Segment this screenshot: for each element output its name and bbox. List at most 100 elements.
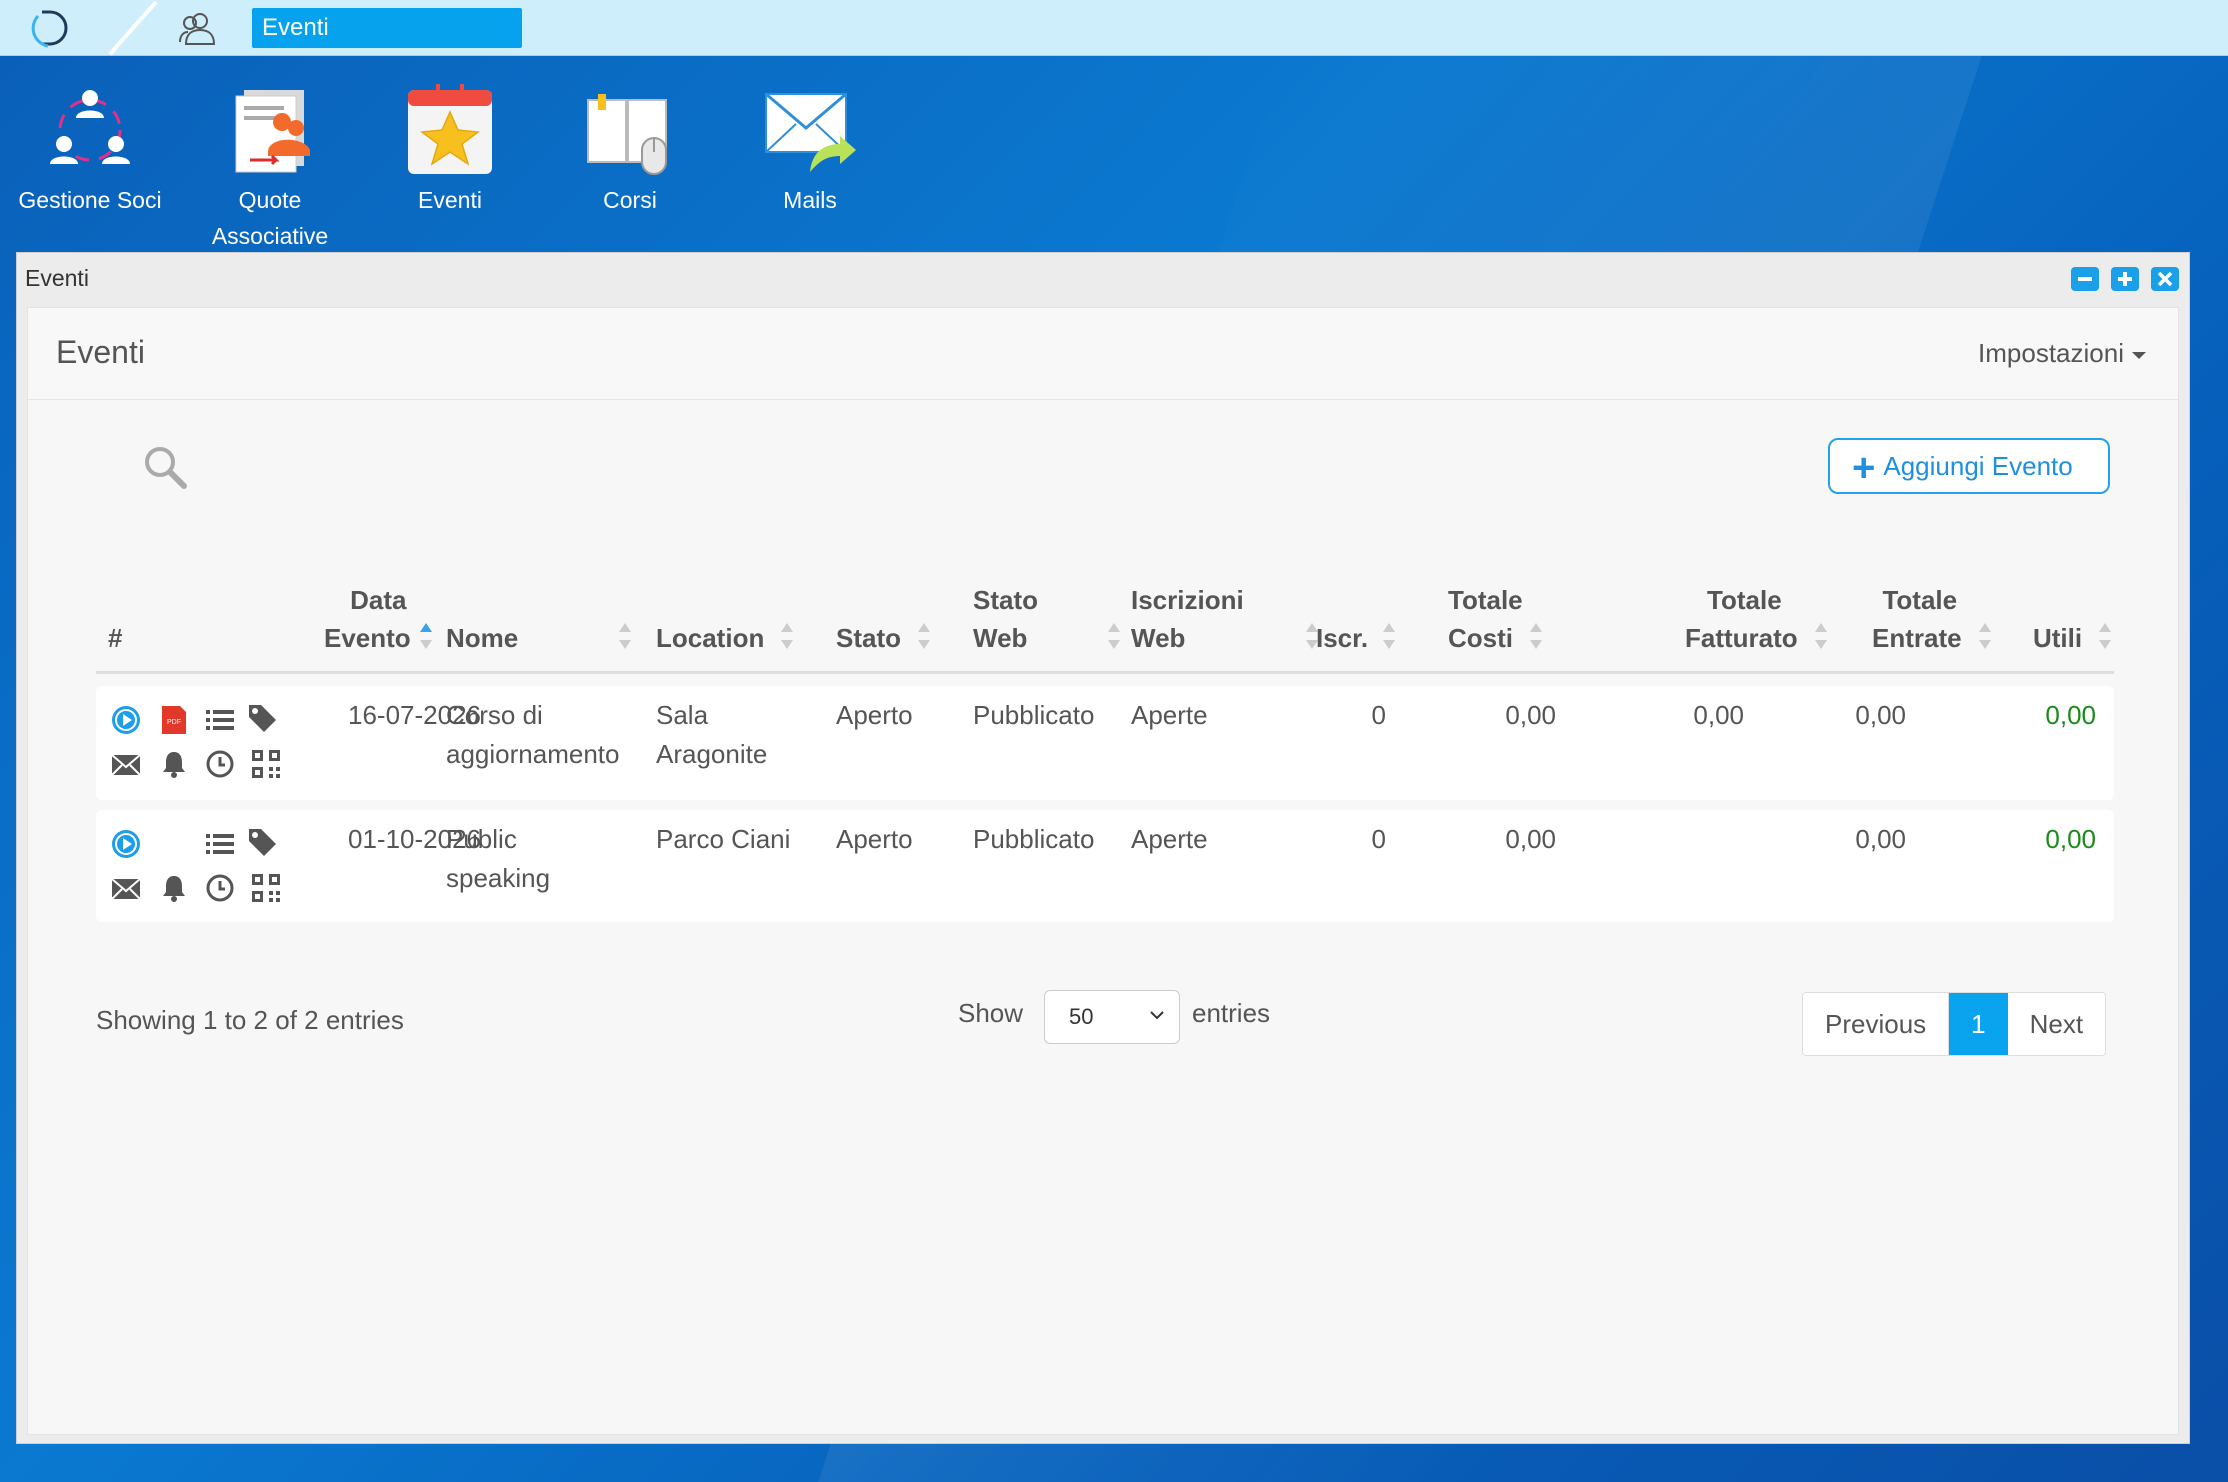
cell-stato: Aperto <box>836 824 913 854</box>
panel-header: Eventi Impostazioni <box>28 308 2178 400</box>
cell-stato: Aperto <box>836 700 913 730</box>
col-iscrizioni-web[interactable]: Iscrizioni Web <box>1131 581 1319 657</box>
fees-document-icon <box>235 90 310 173</box>
add-event-label: Aggiungi Evento <box>1883 451 2073 481</box>
col-iscrizioni-line2: Web <box>1131 623 1186 653</box>
col-data-line1: Data <box>350 585 407 615</box>
launcher-eventi[interactable]: Eventi <box>360 70 540 218</box>
table-row[interactable]: 01-10-2026 Public speaking Parco Ciani A… <box>96 810 2114 922</box>
cell-totale-entrate: 0,00 <box>1855 824 1906 854</box>
launcher-mails[interactable]: Mails <box>720 70 900 218</box>
cell-totale-fatturato: 0,00 <box>1693 700 1744 730</box>
users-icon[interactable] <box>178 10 220 46</box>
maximize-button[interactable] <box>2111 267 2139 291</box>
cell-totale-entrate: 0,00 <box>1855 700 1906 730</box>
col-fatturato-line1: Totale <box>1707 585 1782 615</box>
tab-eventi[interactable]: Eventi <box>252 8 522 48</box>
sort-icon <box>1107 621 1121 651</box>
cell-iscr: 0 <box>1371 824 1386 854</box>
top-bar: Eventi <box>0 0 2228 56</box>
plus-icon <box>2118 272 2132 286</box>
book-mouse-icon <box>587 94 667 175</box>
cell-iscrizioni-web: Aperte <box>1131 700 1208 730</box>
table-header: # Data Evento Nome Location Stato Stato … <box>96 578 2114 674</box>
mail-icon[interactable] <box>110 748 142 780</box>
close-icon <box>2157 271 2173 287</box>
clock-icon[interactable] <box>204 872 236 904</box>
col-iscr[interactable]: Iscr. <box>1316 619 1396 657</box>
col-totale-costi[interactable]: Totale Costi <box>1448 581 1553 657</box>
cell-nome-line2: speaking <box>446 863 551 893</box>
cell-stato-web: Pubblicato <box>973 824 1095 854</box>
next-button[interactable]: Next <box>2008 993 2105 1055</box>
col-nome[interactable]: Nome <box>446 619 632 657</box>
col-stato-web-line1: Stato <box>973 585 1038 615</box>
members-icon <box>50 90 130 164</box>
sort-icon <box>1529 621 1543 651</box>
minimize-button[interactable] <box>2071 267 2099 291</box>
mail-icon[interactable] <box>110 872 142 904</box>
app-logo-icon[interactable] <box>28 6 76 50</box>
cell-location: Parco Ciani <box>656 824 791 854</box>
col-location[interactable]: Location <box>656 619 794 657</box>
col-entrate-line2: Entrate <box>1872 623 1962 653</box>
launcher-corsi[interactable]: Corsi <box>540 70 720 218</box>
list-icon[interactable] <box>204 828 236 860</box>
col-totale-fatturato[interactable]: Totale Fatturato <box>1685 581 1828 657</box>
cell-utili: 0,00 <box>2045 700 2096 730</box>
page-size-select[interactable]: 50 <box>1044 990 1180 1044</box>
sort-icon <box>1382 621 1396 651</box>
col-utili[interactable]: Utili <box>2033 619 2112 657</box>
cell-nome-line1: Corso di <box>446 700 543 730</box>
col-fatturato-line2: Fatturato <box>1685 623 1798 653</box>
col-stato-web[interactable]: Stato Web <box>973 581 1121 657</box>
col-stato[interactable]: Stato <box>836 619 931 657</box>
minus-icon <box>2078 277 2092 281</box>
play-icon[interactable] <box>110 704 142 736</box>
cell-totale-costi: 0,00 <box>1505 700 1556 730</box>
search-icon[interactable] <box>140 442 190 492</box>
col-stato-label: Stato <box>836 623 901 653</box>
close-button[interactable] <box>2151 267 2179 291</box>
cell-stato-web: Pubblicato <box>973 700 1095 730</box>
svg-text:PDF: PDF <box>167 719 181 726</box>
window-title: Eventi <box>25 265 89 291</box>
qr-code-icon[interactable] <box>250 872 282 904</box>
sort-icon <box>1814 621 1828 651</box>
col-costi-line1: Totale <box>1448 585 1523 615</box>
col-data-evento[interactable]: Data Evento <box>324 581 433 657</box>
page-1-button[interactable]: 1 <box>1949 993 2008 1055</box>
col-data-line2: Evento <box>324 623 411 653</box>
add-event-button[interactable]: + Aggiungi Evento <box>1828 438 2110 494</box>
cell-location-line2: Aragonite <box>656 739 768 769</box>
col-totale-entrate[interactable]: Totale Entrate <box>1872 581 1992 657</box>
list-icon[interactable] <box>204 704 236 736</box>
bell-icon[interactable] <box>158 872 190 904</box>
sort-icon <box>2098 621 2112 651</box>
table-row[interactable]: PDF 16-07-2026 Corso di aggiornamento Sa… <box>96 686 2114 800</box>
sort-icon <box>780 621 794 651</box>
pdf-icon[interactable]: PDF <box>158 704 190 736</box>
settings-dropdown[interactable]: Impostazioni <box>1978 338 2146 369</box>
col-stato-web-line2: Web <box>973 623 1028 653</box>
cell-nome-line1: Public <box>446 824 517 854</box>
qr-code-icon[interactable] <box>250 748 282 780</box>
sort-asc-icon <box>419 621 433 651</box>
cell-location: Sala Aragonite <box>656 696 767 774</box>
play-icon[interactable] <box>110 828 142 860</box>
sort-icon <box>917 621 931 651</box>
cell-nome: Corso di aggiornamento <box>446 696 619 774</box>
col-iscr-label: Iscr. <box>1316 623 1369 653</box>
settings-label: Impostazioni <box>1978 338 2124 368</box>
cell-iscr: 0 <box>1371 700 1386 730</box>
clock-icon[interactable] <box>204 748 236 780</box>
launcher-quote-associative[interactable]: Quote Associative <box>180 70 360 254</box>
tag-icon[interactable] <box>246 702 278 734</box>
chevron-down-icon <box>1150 1011 1164 1020</box>
col-nome-label: Nome <box>446 623 519 653</box>
tag-icon[interactable] <box>246 826 278 858</box>
previous-button[interactable]: Previous <box>1803 993 1950 1055</box>
launcher-gestione-soci[interactable]: Gestione Soci <box>0 70 180 218</box>
bell-icon[interactable] <box>158 748 190 780</box>
divider-slash <box>108 0 158 56</box>
